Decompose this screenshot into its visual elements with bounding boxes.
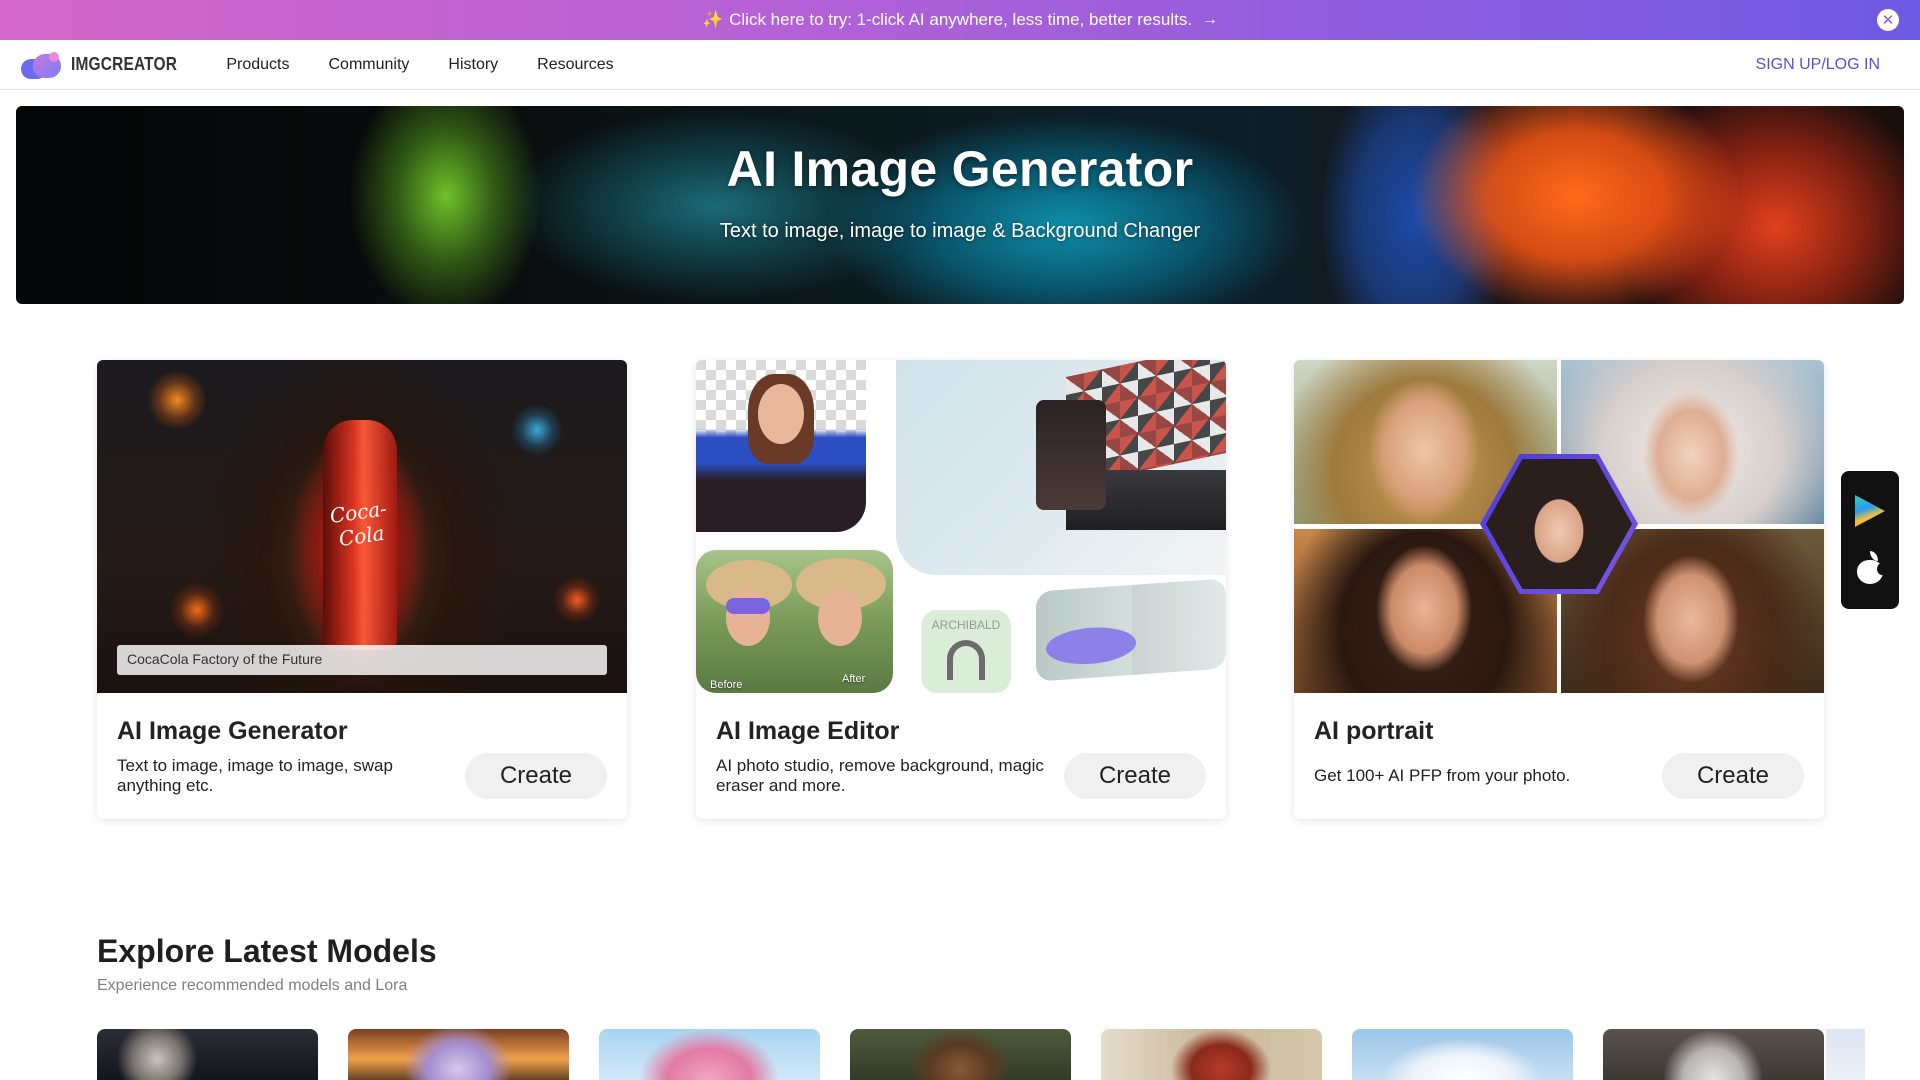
- card-image-editor-collage[interactable]: Before After ARCHIBALD: [696, 360, 1226, 693]
- arrow-right-icon: →: [1202, 11, 1219, 28]
- logo[interactable]: IMGCREATOR: [19, 49, 194, 81]
- google-play-icon[interactable]: [1855, 495, 1885, 527]
- collage-inpaint: [1036, 578, 1226, 682]
- card-title: AI Image Generator: [117, 717, 348, 745]
- sparkles-icon: ✨: [701, 10, 724, 29]
- collage-background-removal: [696, 360, 866, 532]
- explore-title: Explore Latest Models: [97, 933, 437, 969]
- nav-menu: Products Community History Resources: [204, 56, 613, 74]
- model-card[interactable]: [599, 1029, 820, 1080]
- close-icon[interactable]: ✕: [1877, 9, 1899, 31]
- card-ai-image-generator[interactable]: Coca-Cola CocaCola Factory of the Future…: [97, 360, 627, 819]
- card-title: AI portrait: [1314, 717, 1434, 745]
- before-label: Before: [710, 679, 743, 691]
- create-button[interactable]: Create: [1662, 753, 1804, 799]
- collage-magic-eraser: Before After: [696, 550, 893, 693]
- promo-banner[interactable]: ✨ Click here to try: 1-click AI anywhere…: [0, 0, 1920, 40]
- collage-product-photo: [896, 360, 1226, 575]
- nav-item-resources[interactable]: Resources: [537, 56, 613, 74]
- brand-label: ARCHIBALD: [931, 618, 1001, 632]
- card-title: AI Image Editor: [716, 717, 900, 745]
- logo-text: IMGCREATOR: [71, 54, 178, 74]
- card-description: Text to image, image to image, swap anyt…: [117, 756, 393, 795]
- nav-item-products[interactable]: Products: [226, 56, 289, 74]
- promo-text[interactable]: Click here to try: 1-click AI anywhere, …: [729, 10, 1192, 30]
- model-card[interactable]: [1603, 1029, 1824, 1080]
- card-image-coke-factory[interactable]: Coca-Cola CocaCola Factory of the Future: [97, 360, 627, 693]
- hero-title: AI Image Generator: [726, 141, 1194, 197]
- card-ai-image-editor[interactable]: Before After ARCHIBALD AI Image Editor A…: [696, 360, 1226, 819]
- model-card[interactable]: [1101, 1029, 1322, 1080]
- hero-banner: AI Image Generator Text to image, image …: [16, 106, 1904, 304]
- nav-item-history[interactable]: History: [448, 56, 498, 74]
- model-card-partial[interactable]: [1826, 1029, 1865, 1080]
- image-caption: CocaCola Factory of the Future: [117, 645, 607, 675]
- headphones-icon: [947, 640, 985, 680]
- top-nav: IMGCREATOR Products Community History Re…: [0, 40, 1920, 90]
- create-button[interactable]: Create: [1064, 753, 1206, 799]
- model-card[interactable]: [348, 1029, 569, 1080]
- card-ai-portrait[interactable]: AI portrait Get 100+ AI PFP from your ph…: [1294, 360, 1824, 819]
- hero-subtitle: Text to image, image to image & Backgrou…: [719, 220, 1201, 242]
- card-description: AI photo studio, remove background, magi…: [716, 756, 1044, 795]
- model-card[interactable]: [850, 1029, 1071, 1080]
- bottle-label: Coca-Cola: [328, 496, 389, 551]
- logo-mark-icon: [19, 49, 65, 81]
- apple-icon[interactable]: [1855, 551, 1887, 585]
- collage-headphones: ARCHIBALD: [921, 610, 1011, 693]
- model-card[interactable]: [97, 1029, 318, 1080]
- nav-item-community[interactable]: Community: [328, 56, 409, 74]
- signup-login-link[interactable]: SIGN UP/LOG IN: [1756, 56, 1880, 74]
- after-label: After: [842, 673, 866, 685]
- app-store-widget: [1841, 471, 1899, 609]
- explore-subtitle: Experience recommended models and Lora: [97, 977, 408, 994]
- model-card[interactable]: [1352, 1029, 1573, 1080]
- card-image-portraits[interactable]: [1294, 360, 1824, 693]
- card-description: Get 100+ AI PFP from your photo.: [1314, 766, 1571, 785]
- create-button[interactable]: Create: [465, 753, 607, 799]
- model-carousel: [97, 1029, 1865, 1080]
